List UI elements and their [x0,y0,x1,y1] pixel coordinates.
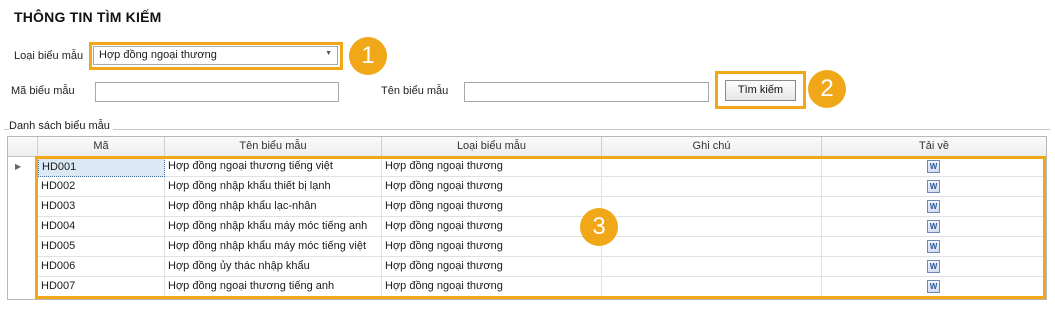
row-indicator[interactable] [8,237,38,257]
annotation-badge-2: 2 [808,70,846,108]
row-indicator[interactable]: ▶ [8,157,38,177]
column-header-name[interactable]: Tên biểu mẫu [165,137,382,157]
row-indicator[interactable] [8,257,38,277]
form-type-value: Hợp đồng ngoại thương [99,49,217,61]
annotation-badge-3: 3 [580,208,618,246]
column-header-download[interactable]: Tải về [822,137,1046,157]
form-type-dropdown[interactable]: Hợp đồng ngoại thương ▼ [93,46,338,65]
column-header-note[interactable]: Ghi chú [602,137,822,157]
group-divider [4,129,1050,130]
column-header-code[interactable]: Mã [38,137,165,157]
form-type-label: Loại biểu mẫu [14,50,84,62]
search-button[interactable]: Tìm kiếm [725,80,796,101]
column-header-type[interactable]: Loại biểu mẫu [382,137,602,157]
row-indicator[interactable] [8,277,38,297]
row-indicator[interactable] [8,197,38,217]
form-name-input[interactable] [464,82,709,102]
header-row-indicator [8,137,38,157]
page-title: THÔNG TIN TÌM KIẾM [14,9,162,25]
form-code-input[interactable] [95,82,339,102]
row-indicator[interactable] [8,217,38,237]
form-list-group-title: Danh sách biểu mẫu [9,120,113,132]
form-code-label: Mã biểu mẫu [11,85,75,97]
chevron-down-icon[interactable]: ▼ [325,50,332,57]
highlight-box-3 [35,156,1046,299]
row-indicator[interactable] [8,177,38,197]
form-name-label: Tên biểu mẫu [381,85,449,97]
current-row-arrow-icon: ▶ [15,162,22,171]
annotation-badge-1: 1 [349,37,387,75]
